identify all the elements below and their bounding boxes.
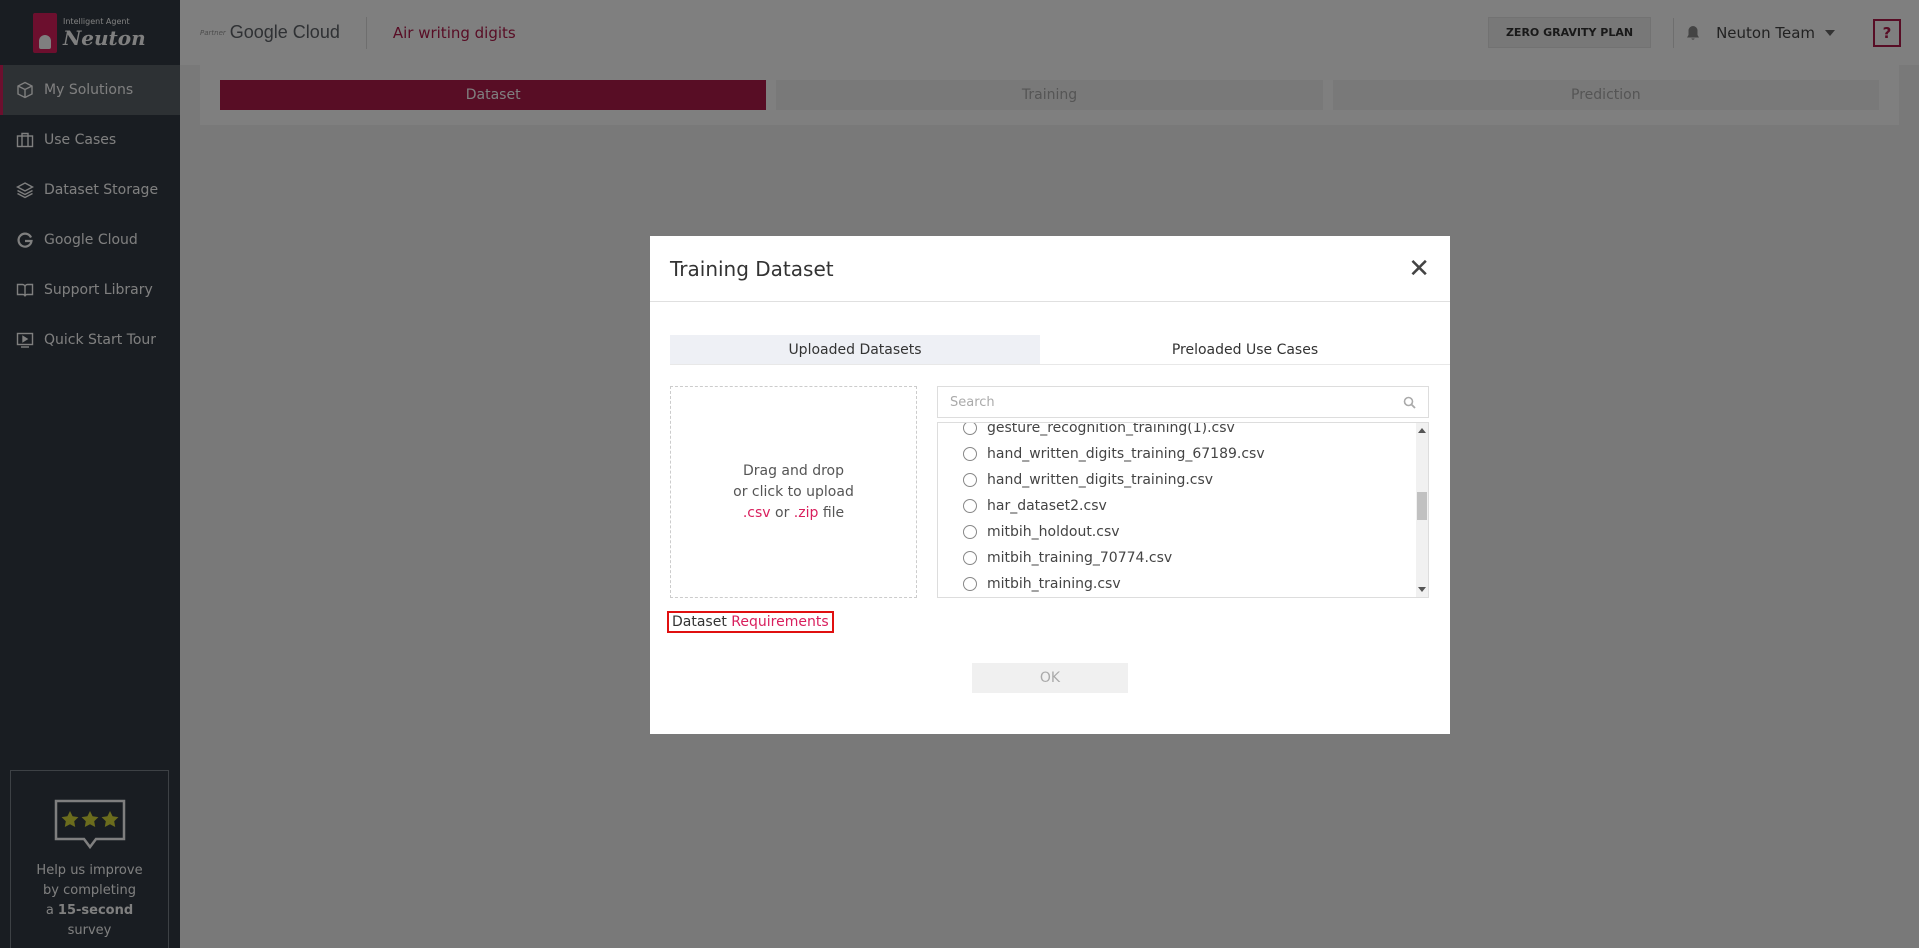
file-name: hand_written_digits_training_67189.csv <box>987 446 1265 462</box>
file-name: mitbih_holdout.csv <box>987 524 1120 540</box>
scroll-down-icon[interactable] <box>1418 587 1426 592</box>
file-name: gesture_recognition_training(1).csv <box>987 422 1235 436</box>
file-name: mitbih_training.csv <box>987 576 1121 592</box>
dataset-requirements: Dataset Requirements <box>667 611 834 633</box>
scrollbar-thumb[interactable] <box>1417 492 1427 520</box>
tab-preloaded-use-cases[interactable]: Preloaded Use Cases <box>1040 335 1450 364</box>
list-item[interactable]: mitbih_training.csv <box>938 571 1428 597</box>
dataset-search <box>937 386 1429 418</box>
file-name: hand_written_digits_training.csv <box>987 472 1214 488</box>
list-item[interactable]: gesture_recognition_training(1).csv <box>938 422 1428 441</box>
upload-dropzone[interactable]: Drag and drop or click to upload .csv or… <box>670 386 917 598</box>
scroll-up-icon[interactable] <box>1418 428 1426 433</box>
radio-button[interactable] <box>963 447 977 461</box>
dropzone-line: Drag and drop <box>742 462 844 479</box>
modal-title: Training Dataset <box>670 256 834 281</box>
scrollbar[interactable] <box>1416 423 1428 597</box>
tab-uploaded-datasets[interactable]: Uploaded Datasets <box>670 335 1040 364</box>
dropzone-line: or click to upload <box>733 483 854 500</box>
dataset-tabs: Uploaded Datasets Preloaded Use Cases <box>670 335 1450 365</box>
radio-button[interactable] <box>963 499 977 513</box>
training-dataset-modal: Training Dataset ✕ Uploaded Datasets Pre… <box>650 236 1450 734</box>
list-item[interactable]: har_dataset2.csv <box>938 493 1428 519</box>
requirements-link[interactable]: Requirements <box>731 614 828 630</box>
radio-button[interactable] <box>963 423 977 435</box>
dropzone-or: or <box>775 504 790 521</box>
zip-extension: .zip <box>793 504 819 521</box>
list-item[interactable]: mitbih_holdout.csv <box>938 519 1428 545</box>
list-item[interactable]: hand_written_digits_training_67189.csv <box>938 441 1428 467</box>
file-name: mitbih_training_70774.csv <box>987 550 1173 566</box>
dropzone-file: file <box>822 504 845 521</box>
csv-extension: .csv <box>742 504 771 521</box>
dataset-file-list: gesture_recognition_training(1).csv hand… <box>937 422 1429 598</box>
list-item[interactable]: mitbih_training_70774.csv <box>938 545 1428 571</box>
modal-header: Training Dataset ✕ <box>650 236 1450 302</box>
close-icon[interactable]: ✕ <box>1408 256 1430 282</box>
file-name: har_dataset2.csv <box>987 498 1107 514</box>
radio-button[interactable] <box>963 551 977 565</box>
list-item[interactable]: hand_written_digits_training.csv <box>938 467 1428 493</box>
radio-button[interactable] <box>963 525 977 539</box>
search-input[interactable] <box>950 394 1403 410</box>
radio-button[interactable] <box>963 577 977 591</box>
ok-button[interactable]: OK <box>972 663 1128 693</box>
search-icon[interactable] <box>1403 396 1416 409</box>
radio-button[interactable] <box>963 473 977 487</box>
requirements-prefix: Dataset <box>672 614 727 630</box>
